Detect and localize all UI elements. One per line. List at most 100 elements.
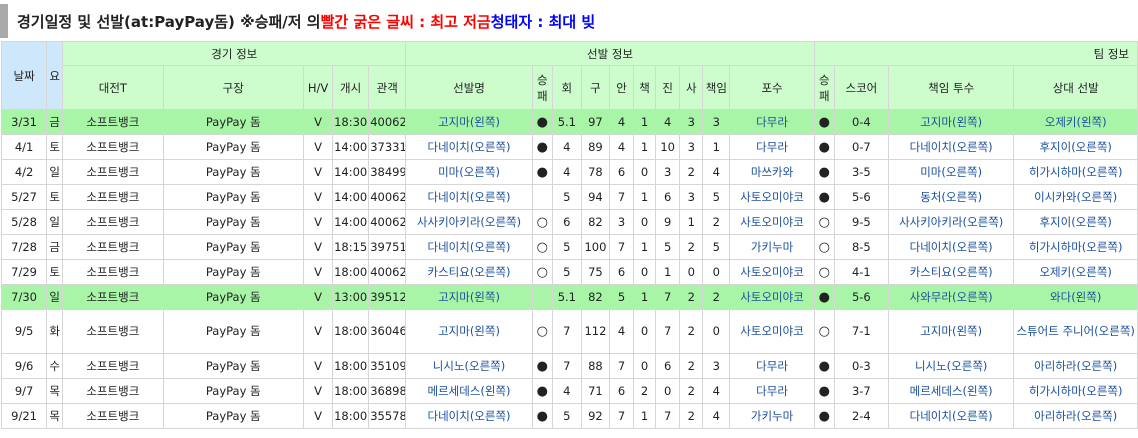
catcher-link[interactable]: 다무라 <box>729 378 815 404</box>
resp-pitcher-link[interactable]: 고지마(왼쪽) <box>887 109 1015 135</box>
date-cell: 5/28 <box>0 209 48 235</box>
starter-link[interactable]: 고지마(왼쪽) <box>405 109 533 135</box>
starter-link[interactable]: 니시노(오른쪽) <box>405 353 533 379</box>
opp-starter-link[interactable]: 후지이(오른쪽) <box>1013 134 1138 160</box>
opp-starter-link[interactable]: 히가시하마(오른쪽) <box>1013 234 1138 260</box>
catcher-link[interactable]: 가키누마 <box>729 403 815 429</box>
walks-cell: 1 <box>633 134 657 160</box>
strikeouts-cell: 6 <box>655 353 681 379</box>
starter-link[interactable]: 다네이치(오른쪽) <box>405 134 533 160</box>
score-cell: 5-6 <box>833 284 889 310</box>
catcher-link[interactable]: 다무라 <box>729 134 815 160</box>
header-inn: 회 <box>551 65 582 110</box>
resp-pitcher-link[interactable]: 동처(오른쪽) <box>887 184 1015 210</box>
score-cell: 5-6 <box>833 184 889 210</box>
walks-cell: 1 <box>633 184 657 210</box>
table-row: 4/1 토 소프트뱅크 PayPay 돔 V 14:00 37331 다네이치(오른쪽) ● 4 8… <box>0 134 1138 160</box>
resp-pitcher-link[interactable]: 사와무라(오른쪽) <box>887 284 1015 310</box>
starter-link[interactable]: 다네이치(오른쪽) <box>405 234 533 260</box>
innings-cell: 5.1 <box>551 284 582 310</box>
hits-cell: 7 <box>608 353 635 379</box>
day-cell: 금 <box>46 109 64 135</box>
catcher-link[interactable]: 다무라 <box>729 353 815 379</box>
starter-link[interactable]: 고지마(왼쪽) <box>405 309 533 354</box>
opp-starter-link[interactable]: 오제키(왼쪽) <box>1013 109 1138 135</box>
starter-link[interactable]: 다네이치(오른쪽) <box>405 403 533 429</box>
hv-cell: V <box>302 259 334 285</box>
innings-cell: 6 <box>551 209 582 235</box>
innings-cell: 5 <box>551 259 582 285</box>
resp-pitcher-link[interactable]: 미마(오른쪽) <box>887 159 1015 185</box>
attendance-cell: 38499 <box>368 159 407 185</box>
start-time-cell: 18:00 <box>332 378 370 404</box>
starter-link[interactable]: 고지마(왼쪽) <box>405 284 533 310</box>
catcher-link[interactable]: 사토오미야코 <box>729 309 815 354</box>
hits-cell: 7 <box>608 403 635 429</box>
page-title: 경기일정 및 선발(at:PayPay돔) ※승패/저 의 빨간 굵은 글씨 :… <box>0 4 1138 38</box>
header-day: 요 <box>46 41 64 110</box>
stadium-cell: PayPay 돔 <box>162 184 304 210</box>
starter-link[interactable]: 미마(오른쪽) <box>405 159 533 185</box>
resp-pitcher-link[interactable]: 사사키아키라(오른쪽) <box>887 209 1015 235</box>
catcher-link[interactable]: 가키누마 <box>729 234 815 260</box>
opponent-cell: 소프트뱅크 <box>62 259 164 285</box>
opp-starter-link[interactable]: 이시카와(오른쪽) <box>1013 184 1138 210</box>
opp-starter-link[interactable]: 스튜어트 주니어(오른쪽) <box>1013 309 1138 354</box>
header-k: 진 <box>655 65 681 110</box>
start-time-cell: 13:00 <box>332 284 370 310</box>
schedule-body: 3/31 금 소프트뱅크 PayPay 돔 V 18:30 40062 고지마(왼쪽) ● 5.1… <box>0 109 1138 429</box>
stadium-cell: PayPay 돔 <box>162 309 304 354</box>
innings-cell: 5 <box>551 234 582 260</box>
pitches-cell: 92 <box>580 403 610 429</box>
opp-starter-link[interactable]: 히가시하마(오른쪽) <box>1013 159 1138 185</box>
hits-cell: 6 <box>608 259 635 285</box>
attendance-cell: 35109 <box>368 353 407 379</box>
strikeouts-cell: 6 <box>655 184 681 210</box>
starter-link[interactable]: 카스티요(오른쪽) <box>405 259 533 285</box>
starter-link[interactable]: 메르세데스(왼쪽) <box>405 378 533 404</box>
start-time-cell: 18:00 <box>332 403 370 429</box>
resp-pitcher-link[interactable]: 다네이치(오른쪽) <box>887 134 1015 160</box>
resp-pitcher-link[interactable]: 다네이치(오른쪽) <box>887 403 1015 429</box>
innings-cell: 4 <box>551 134 582 160</box>
opp-starter-link[interactable]: 히가시하마(오른쪽) <box>1013 378 1138 404</box>
earned-runs-cell: 4 <box>702 159 731 185</box>
stadium-cell: PayPay 돔 <box>162 259 304 285</box>
resp-pitcher-link[interactable]: 메르세데스(왼쪽) <box>887 378 1015 404</box>
catcher-link[interactable]: 사토오미야코 <box>729 209 815 235</box>
starter-link[interactable]: 사사키아키라(오른쪽) <box>405 209 533 235</box>
score-cell: 3-7 <box>833 378 889 404</box>
starter-link[interactable]: 다네이치(오른쪽) <box>405 184 533 210</box>
date-cell: 9/5 <box>0 309 48 354</box>
hits-cell: 3 <box>608 209 635 235</box>
catcher-link[interactable]: 마쓰카와 <box>729 159 815 185</box>
header-team-wl: 승패 <box>813 65 835 110</box>
opp-starter-link[interactable]: 아리하라(오른쪽) <box>1013 403 1138 429</box>
resp-pitcher-link[interactable]: 고지마(왼쪽) <box>887 309 1015 354</box>
catcher-link[interactable]: 사토오미야코 <box>729 259 815 285</box>
stadium-cell: PayPay 돔 <box>162 403 304 429</box>
start-time-cell: 14:00 <box>332 134 370 160</box>
opponent-cell: 소프트뱅크 <box>62 209 164 235</box>
group-game-info: 경기 정보 <box>62 41 407 66</box>
day-cell: 일 <box>46 159 64 185</box>
opp-starter-link[interactable]: 오제키(오른쪽) <box>1013 259 1138 285</box>
opp-starter-link[interactable]: 아리하라(오른쪽) <box>1013 353 1138 379</box>
resp-pitcher-link[interactable]: 카스티요(오른쪽) <box>887 259 1015 285</box>
opp-starter-link[interactable]: 와다(왼쪽) <box>1013 284 1138 310</box>
strikeouts-cell: 4 <box>655 109 681 135</box>
score-cell: 4-1 <box>833 259 889 285</box>
catcher-link[interactable]: 다무라 <box>729 109 815 135</box>
attendance-cell: 40062 <box>368 209 407 235</box>
opp-starter-link[interactable]: 후지이(오른쪽) <box>1013 209 1138 235</box>
table-row: 9/7 목 소프트뱅크 PayPay 돔 V 18:00 36898 메르세데스(왼쪽) ● 4 7… <box>0 378 1138 404</box>
so-cell: 2 <box>679 234 704 260</box>
resp-pitcher-link[interactable]: 다네이치(오른쪽) <box>887 234 1015 260</box>
header-stadium: 구장 <box>162 65 304 110</box>
catcher-link[interactable]: 사토오미야코 <box>729 284 815 310</box>
catcher-link[interactable]: 사토오미야코 <box>729 184 815 210</box>
walks-cell: 0 <box>633 353 657 379</box>
so-cell: 0 <box>679 259 704 285</box>
hv-cell: V <box>302 159 334 185</box>
resp-pitcher-link[interactable]: 니시노(오른쪽) <box>887 353 1015 379</box>
